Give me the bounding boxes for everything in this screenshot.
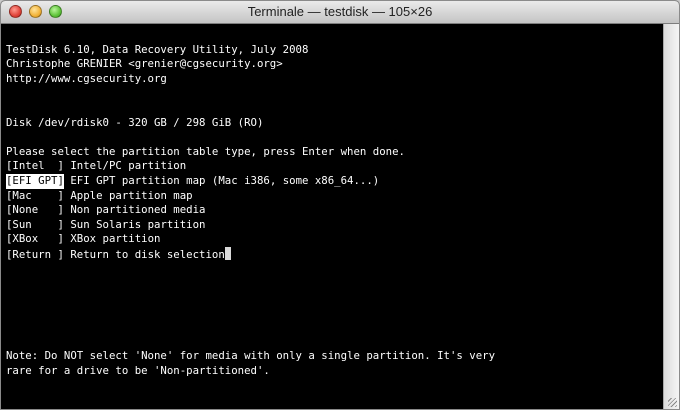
option-description: Sun Solaris partition	[70, 217, 206, 231]
selection-prompt: Please select the partition table type, …	[6, 144, 405, 158]
vertical-scrollbar[interactable]	[663, 24, 679, 409]
text-cursor	[224, 246, 231, 260]
option-key: [Return ]	[6, 247, 64, 261]
option-return[interactable]: [Return ] Return to disk selection	[6, 246, 664, 262]
disk-info: Disk /dev/rdisk0 - 320 GB / 298 GiB (RO)	[6, 115, 264, 129]
note-line-2: rare for a drive to be 'Non-partitioned'…	[6, 363, 270, 377]
option-description: XBox partition	[70, 232, 161, 246]
option-key: [Sun ]	[6, 217, 64, 231]
title-bar[interactable]: Terminale — testdisk — 105×26	[1, 1, 679, 24]
option-key: [None ]	[6, 203, 64, 217]
option-efi-gpt[interactable]: [EFI GPT] EFI GPT partition map (Mac i38…	[6, 173, 664, 189]
option-description: Intel/PC partition	[70, 159, 187, 173]
option-intel[interactable]: [Intel ] Intel/PC partition	[6, 159, 664, 174]
note-line-1: Note: Do NOT select 'None' for media wit…	[6, 349, 496, 363]
window-title: Terminale — testdisk — 105×26	[247, 4, 433, 19]
option-description: Apple partition map	[70, 188, 193, 202]
resize-grip-icon[interactable]	[664, 394, 679, 409]
option-description: EFI GPT partition map (Mac i386, some x8…	[70, 173, 380, 187]
header-line-3: http://www.cgsecurity.org	[6, 71, 167, 85]
option-key: [XBox ]	[6, 232, 64, 246]
option-description: Non partitioned media	[70, 203, 206, 217]
terminal-output[interactable]: TestDisk 6.10, Data Recovery Utility, Ju…	[1, 24, 664, 409]
option-description: Return to disk selection	[70, 247, 225, 261]
header-line-2: Christophe GRENIER <grenier@cgsecurity.o…	[6, 57, 283, 71]
option-key: [Intel ]	[6, 159, 64, 173]
header-line-1: TestDisk 6.10, Data Recovery Utility, Ju…	[6, 42, 309, 56]
option-sun[interactable]: [Sun ] Sun Solaris partition	[6, 218, 664, 233]
terminal-window: Terminale — testdisk — 105×26 TestDisk 6…	[0, 0, 680, 410]
option-none[interactable]: [None ] Non partitioned media	[6, 203, 664, 218]
option-key-selected: [EFI GPT]	[6, 173, 64, 189]
option-mac[interactable]: [Mac ] Apple partition map	[6, 189, 664, 204]
option-key: [Mac ]	[6, 188, 64, 202]
option-xbox[interactable]: [XBox ] XBox partition	[6, 232, 664, 247]
